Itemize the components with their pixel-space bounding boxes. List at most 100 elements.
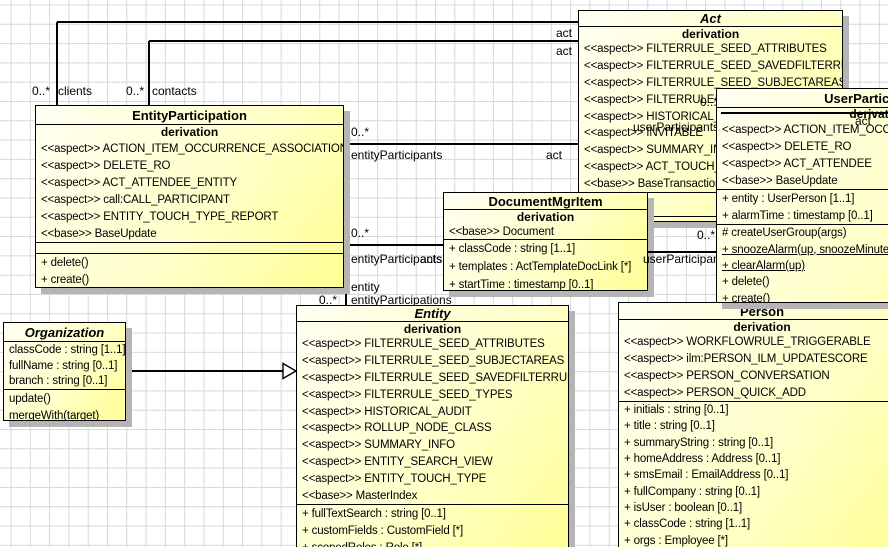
edge-label: entityParticipants <box>351 148 442 162</box>
stereotype-row: <<aspect>> ACT_ATTENDEE_ENTITY <box>36 174 343 191</box>
generalization-arrowhead-icon <box>282 362 297 380</box>
stereotype-row: <<aspect>> FILTERRULE_SEED_SAVEDFILTERRU… <box>297 370 568 387</box>
compartment-label: derivation <box>36 125 343 140</box>
stereotype-row: <<aspect>> ACTION_ITEM_OCCURRENCE_ASSOCI… <box>36 140 343 157</box>
stereotype-row: <<aspect>> HISTORICAL_AUDIT <box>297 403 568 420</box>
class-documentmgritem[interactable]: DocumentMgrItemderivation<<base>> Docume… <box>443 192 648 291</box>
operation-row: mergeWith(target) <box>4 407 125 420</box>
class-title: Act <box>579 11 842 27</box>
class-title: Entity <box>297 306 568 322</box>
edge-label: act <box>556 26 572 40</box>
attribute-row: + customFields : CustomField [*] <box>297 522 568 539</box>
attribute-row: fullName : string [0..1] <box>4 358 125 374</box>
attribute-row: + homeAddress : Address [0..1] <box>619 451 888 467</box>
stereotype-row: <<aspect>> ENTITY_TOUCH_TYPE <box>297 470 568 487</box>
class-title: EntityParticipation <box>36 106 343 125</box>
edge-label: contacts <box>152 84 197 98</box>
edge-label: act <box>546 148 562 162</box>
compartment-label: derivation <box>579 27 842 41</box>
edge-label: 0..* <box>697 228 715 242</box>
edge-label: acts <box>420 252 442 266</box>
attribute-row: + classCode : string [1..1] <box>619 516 888 532</box>
class-title: DocumentMgrItem <box>444 193 647 210</box>
stereotype-row: <<aspect>> PERSON_CONVERSATION <box>619 368 888 385</box>
stereotypes-compartment: derivation<<base>> Document <box>444 210 647 239</box>
stereotype-row: <<aspect>> PERSON_QUICK_ADD <box>619 384 888 401</box>
edge-label: 0..* <box>32 84 50 98</box>
association-act-clients[interactable] <box>57 21 578 23</box>
stereotype-row: <<aspect>> ilm:PERSON_ILM_UPDATESCORE <box>619 351 888 368</box>
stereotypes-compartment: derivation<<aspect>> WORKFLOWRULE_TRIGGE… <box>619 320 888 401</box>
stereotype-row: <<base>> MasterIndex <box>297 487 568 504</box>
edge-label: 0..* <box>351 226 369 240</box>
stereotypes-compartment: derivation<<aspect>> ACTION_ITEM_OCCURRE… <box>36 125 343 242</box>
stereotypes-compartment: derivation<<aspect>> FILTERRULE_SEED_ATT… <box>297 322 568 504</box>
attribute-row: + alarmTime : timestamp [0..1] <box>717 207 888 224</box>
operations-compartment: update()mergeWith(target) <box>4 389 125 420</box>
attribute-row: + scopedRoles : Role [*] <box>297 539 568 547</box>
class-entityparticipation[interactable]: EntityParticipationderivation<<aspect>> … <box>35 105 344 288</box>
attribute-row: + entity : UserPerson [1..1] <box>717 190 888 207</box>
attributes-compartment: + initials : string [0..1]+ title : stri… <box>619 401 888 547</box>
stereotype-row: <<aspect>> ROLLUP_NODE_CLASS <box>297 420 568 437</box>
stereotype-row: <<aspect>> DELETE_RO <box>36 157 343 174</box>
attributes-compartment <box>36 242 343 253</box>
edge-label: 0..* <box>351 125 369 139</box>
edge-label: entity <box>351 280 380 294</box>
edge-label: act <box>855 114 871 128</box>
stereotype-row: <<aspect>> ENTITY_TOUCH_TYPE_REPORT <box>36 208 343 225</box>
operation-row: + delete() <box>717 274 888 290</box>
attribute-row: + startTime : timestamp [0..1] <box>444 276 647 290</box>
stereotype-row: <<aspect>> ENTITY_SEARCH_VIEW <box>297 454 568 471</box>
operations-compartment: + delete()+ create() <box>36 253 343 287</box>
attribute-row: + classCode : string [1..1] <box>444 240 647 258</box>
compartment-label: derivation <box>444 210 647 224</box>
class-organization[interactable]: OrganizationclassCode : string [1..1]ful… <box>3 322 126 421</box>
stereotype-row: <<aspect>> FILTERRULE_SEED_SUBJECTAREAS <box>297 353 568 370</box>
generalization-organization-entity[interactable] <box>126 370 283 372</box>
class-person[interactable]: Personderivation<<aspect>> WORKFLOWRULE_… <box>618 302 888 547</box>
operation-row: # createUserGroup(args) <box>717 225 888 241</box>
attribute-row: classCode : string [1..1] <box>4 342 125 358</box>
stereotype-row: <<base>> BaseUpdate <box>717 172 888 189</box>
compartment-label: derivation <box>619 320 888 334</box>
stereotype-row: <<aspect>> FILTERRULE_SEED_SAVEDFILTERRU… <box>579 58 842 75</box>
attributes-compartment: + entity : UserPerson [1..1]+ alarmTime … <box>717 189 888 224</box>
operation-row: + create() <box>717 291 888 302</box>
association-entityparticipants-acts[interactable] <box>344 244 443 246</box>
attributes-compartment: + fullTextSearch : string [0..1]+ custom… <box>297 504 568 547</box>
stereotype-row: <<aspect>> FILTERRULE_SEED_TYPES <box>297 386 568 403</box>
diagram-canvas: EntityParticipationderivation<<aspect>> … <box>0 0 888 547</box>
edge-label: act <box>556 44 572 58</box>
operation-row: + create() <box>36 271 343 287</box>
stereotype-row: <<aspect>> SUMMARY_INFO <box>297 437 568 454</box>
attributes-compartment: classCode : string [1..1]fullName : stri… <box>4 342 125 389</box>
stereotype-row: <<base>> BaseUpdate <box>36 225 343 242</box>
association-act-contacts[interactable] <box>148 41 150 105</box>
attribute-row: + fullCompany : string [0..1] <box>619 483 888 499</box>
edge-label: userParticipants <box>633 120 719 134</box>
operation-row: + clearAlarm(up) <box>717 258 888 274</box>
association-entity-entityparticipations[interactable] <box>345 288 347 305</box>
operation-row: + delete() <box>36 254 343 271</box>
class-entity[interactable]: Entityderivation<<aspect>> FILTERRULE_SE… <box>296 305 569 547</box>
operation-row: + snoozeAlarm(up, snoozeMinutes) <box>717 241 888 257</box>
association-act-contacts[interactable] <box>149 40 578 42</box>
stereotype-row: <<aspect>> ACT_ATTENDEE <box>717 155 888 172</box>
class-title: Person <box>619 303 888 320</box>
stereotype-row: <<base>> Document <box>444 224 647 239</box>
edge-label: 0..* <box>126 84 144 98</box>
attribute-row: + fullTextSearch : string [0..1] <box>297 505 568 522</box>
attribute-row: + smsEmail : EmailAddress [0..1] <box>619 467 888 483</box>
compartment-label: derivation <box>297 322 568 336</box>
association-entityparticipants-act[interactable] <box>344 143 578 145</box>
stereotype-row: <<aspect>> DELETE_RO <box>717 138 888 155</box>
class-title: Organization <box>4 323 125 342</box>
attributes-compartment: + classCode : string [1..1]+ templates :… <box>444 239 647 290</box>
attribute-row: + title : string [0..1] <box>619 418 888 434</box>
edge-label: clients <box>58 84 92 98</box>
class-title: UserParticipation <box>717 89 888 108</box>
stereotype-row: <<aspect>> FILTERRULE_SEED_ATTRIBUTES <box>579 41 842 58</box>
stereotype-row: <<aspect>> WORKFLOWRULE_TRIGGERABLE <box>619 334 888 351</box>
attribute-row: + templates : ActTemplateDocLink [*] <box>444 258 647 276</box>
